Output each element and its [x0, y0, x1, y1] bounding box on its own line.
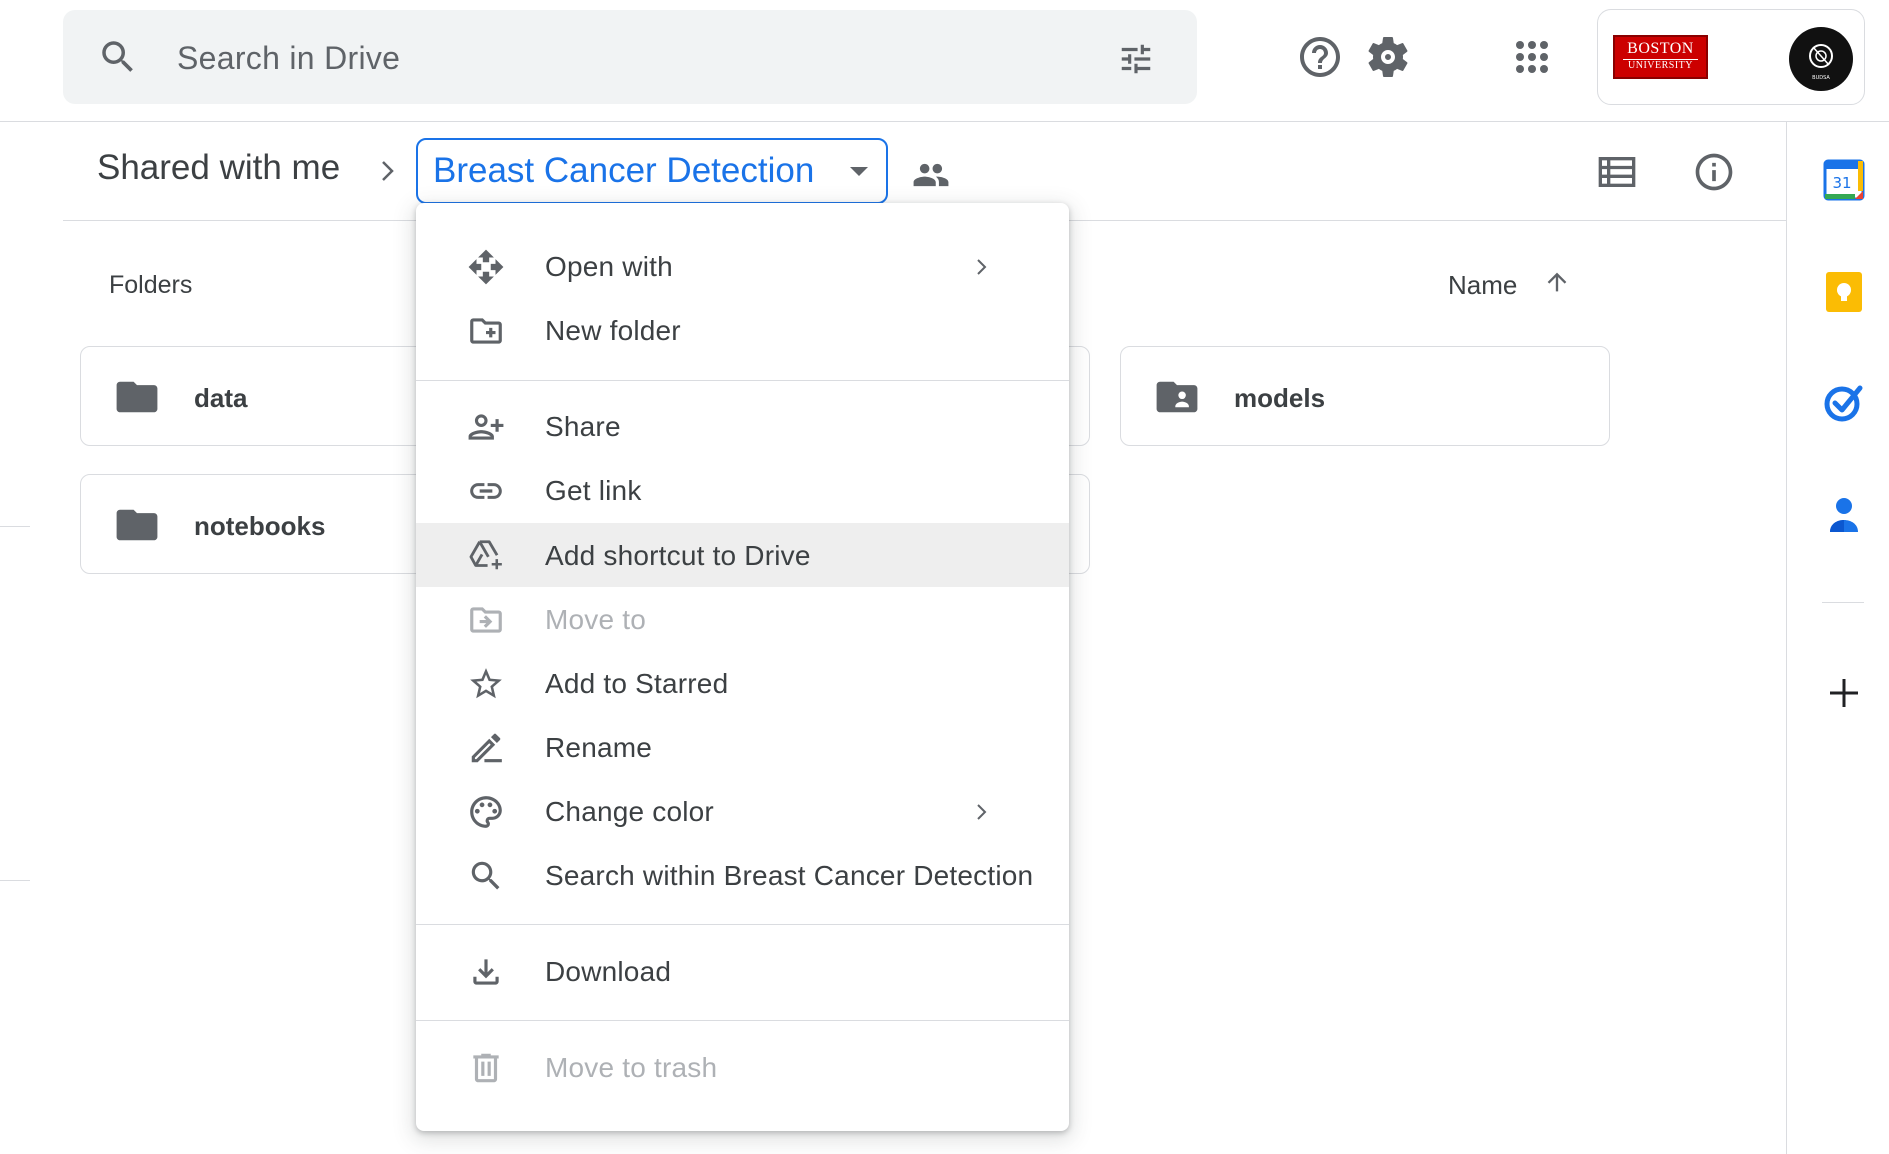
- caret-down-icon: [850, 167, 868, 176]
- download-icon: [473, 959, 499, 985]
- info-icon[interactable]: [1692, 150, 1736, 194]
- avatar-text: BUDSA: [1812, 75, 1830, 81]
- current-folder-name: Breast Cancer Detection: [433, 151, 815, 190]
- sort-by-name-button[interactable]: Name: [1448, 270, 1517, 301]
- new-folder-icon: [470, 318, 502, 344]
- folder-name: data: [194, 383, 248, 413]
- chevron-right-icon: [382, 161, 394, 181]
- search-icon: [471, 861, 500, 890]
- contacts-icon[interactable]: [1822, 494, 1866, 538]
- left-divider-tick: [0, 526, 30, 527]
- menu-item-label: Share: [545, 411, 621, 442]
- menu-item-label: Get link: [545, 475, 642, 506]
- menu-item-download[interactable]: Download: [416, 939, 1069, 1003]
- add-icon[interactable]: [1822, 671, 1866, 715]
- tasks-icon[interactable]: [1822, 380, 1866, 424]
- keep-icon[interactable]: [1822, 270, 1866, 314]
- menu-item-label: Download: [545, 956, 672, 987]
- menu-item-move-to-trash[interactable]: Move to trash: [416, 1035, 1069, 1099]
- menu-item-open-with[interactable]: Open with: [416, 234, 1069, 298]
- menu-item-get-link[interactable]: Get link: [416, 458, 1069, 522]
- chevron-right-icon: [977, 804, 987, 820]
- search-options-icon[interactable]: [1115, 40, 1157, 78]
- palette-icon: [470, 796, 502, 828]
- menu-item-add-shortcut[interactable]: Add shortcut to Drive: [416, 523, 1069, 587]
- calendar-day: 31: [1832, 174, 1851, 192]
- settings-gear-icon[interactable]: [1364, 33, 1412, 81]
- logo-line-1: BOSTON: [1627, 40, 1694, 57]
- side-panel-separator: [1822, 602, 1864, 603]
- menu-item-search-within[interactable]: Search within Breast Cancer Detection: [416, 843, 1069, 907]
- menu-item-share[interactable]: Share: [416, 394, 1069, 458]
- organization-logo: BOSTON UNIVERSITY: [1613, 35, 1708, 79]
- shared-people-icon[interactable]: [912, 162, 950, 188]
- breadcrumb-shared-with-me[interactable]: Shared with me: [97, 148, 340, 188]
- folders-section-label: Folders: [109, 271, 193, 299]
- shared-folder-icon: [1156, 381, 1198, 413]
- menu-item-new-folder[interactable]: New folder: [416, 298, 1069, 362]
- folder-icon: [116, 381, 158, 413]
- account-switcher[interactable]: BOSTON UNIVERSITY BUDSA: [1597, 9, 1865, 105]
- side-panel-divider: [1786, 122, 1787, 1154]
- menu-item-label: Move to trash: [545, 1052, 718, 1083]
- apps-grid-icon[interactable]: [1508, 33, 1556, 81]
- menu-item-label: Move to: [545, 604, 646, 635]
- folder-context-menu: Open with New folder Share Get link Add …: [416, 203, 1069, 1131]
- menu-item-label: Search within Breast Cancer Detection: [545, 860, 1034, 891]
- link-icon: [470, 483, 502, 499]
- arrow-up-icon[interactable]: [1543, 267, 1571, 297]
- menu-divider: [416, 1020, 1069, 1021]
- add-to-drive-icon: [469, 540, 502, 570]
- logo-line-2: UNIVERSITY: [1623, 59, 1698, 72]
- menu-item-label: Rename: [545, 732, 653, 763]
- folder-card-models[interactable]: models: [1120, 346, 1610, 446]
- star-icon: [470, 668, 502, 699]
- menu-item-rename[interactable]: Rename: [416, 715, 1069, 779]
- rename-icon: [471, 733, 502, 763]
- menu-divider: [416, 380, 1069, 381]
- breadcrumb-current-folder[interactable]: Breast Cancer Detection: [416, 138, 888, 204]
- avatar-logo-icon: BUDSA: [1809, 44, 1833, 81]
- menu-divider: [416, 924, 1069, 925]
- help-icon[interactable]: [1296, 33, 1344, 81]
- search-bar[interactable]: Search in Drive: [63, 10, 1197, 104]
- avatar[interactable]: BUDSA: [1789, 27, 1853, 91]
- folder-icon: [116, 509, 158, 541]
- calendar-icon[interactable]: 31: [1822, 158, 1866, 202]
- search-input[interactable]: Search in Drive: [177, 40, 400, 77]
- menu-item-label: Change color: [545, 796, 714, 827]
- menu-item-change-color[interactable]: Change color: [416, 779, 1069, 843]
- header-divider: [0, 121, 1889, 122]
- left-divider-tick: [0, 880, 30, 881]
- menu-item-add-to-starred[interactable]: Add to Starred: [416, 651, 1069, 715]
- menu-item-label: New folder: [545, 315, 681, 346]
- menu-item-label: Open with: [545, 251, 673, 282]
- folder-name: models: [1234, 383, 1326, 413]
- trash-icon: [473, 1053, 499, 1083]
- open-with-icon: [468, 249, 504, 285]
- menu-item-label: Add to Starred: [545, 668, 729, 699]
- chevron-right-icon: [977, 259, 987, 275]
- list-view-icon[interactable]: [1597, 155, 1637, 189]
- search-icon[interactable]: [97, 36, 139, 78]
- menu-item-move-to[interactable]: Move to: [416, 587, 1069, 651]
- menu-item-label: Add shortcut to Drive: [545, 540, 811, 571]
- person-add-icon: [468, 414, 504, 440]
- move-to-icon: [470, 607, 502, 633]
- folder-name: notebooks: [194, 511, 326, 541]
